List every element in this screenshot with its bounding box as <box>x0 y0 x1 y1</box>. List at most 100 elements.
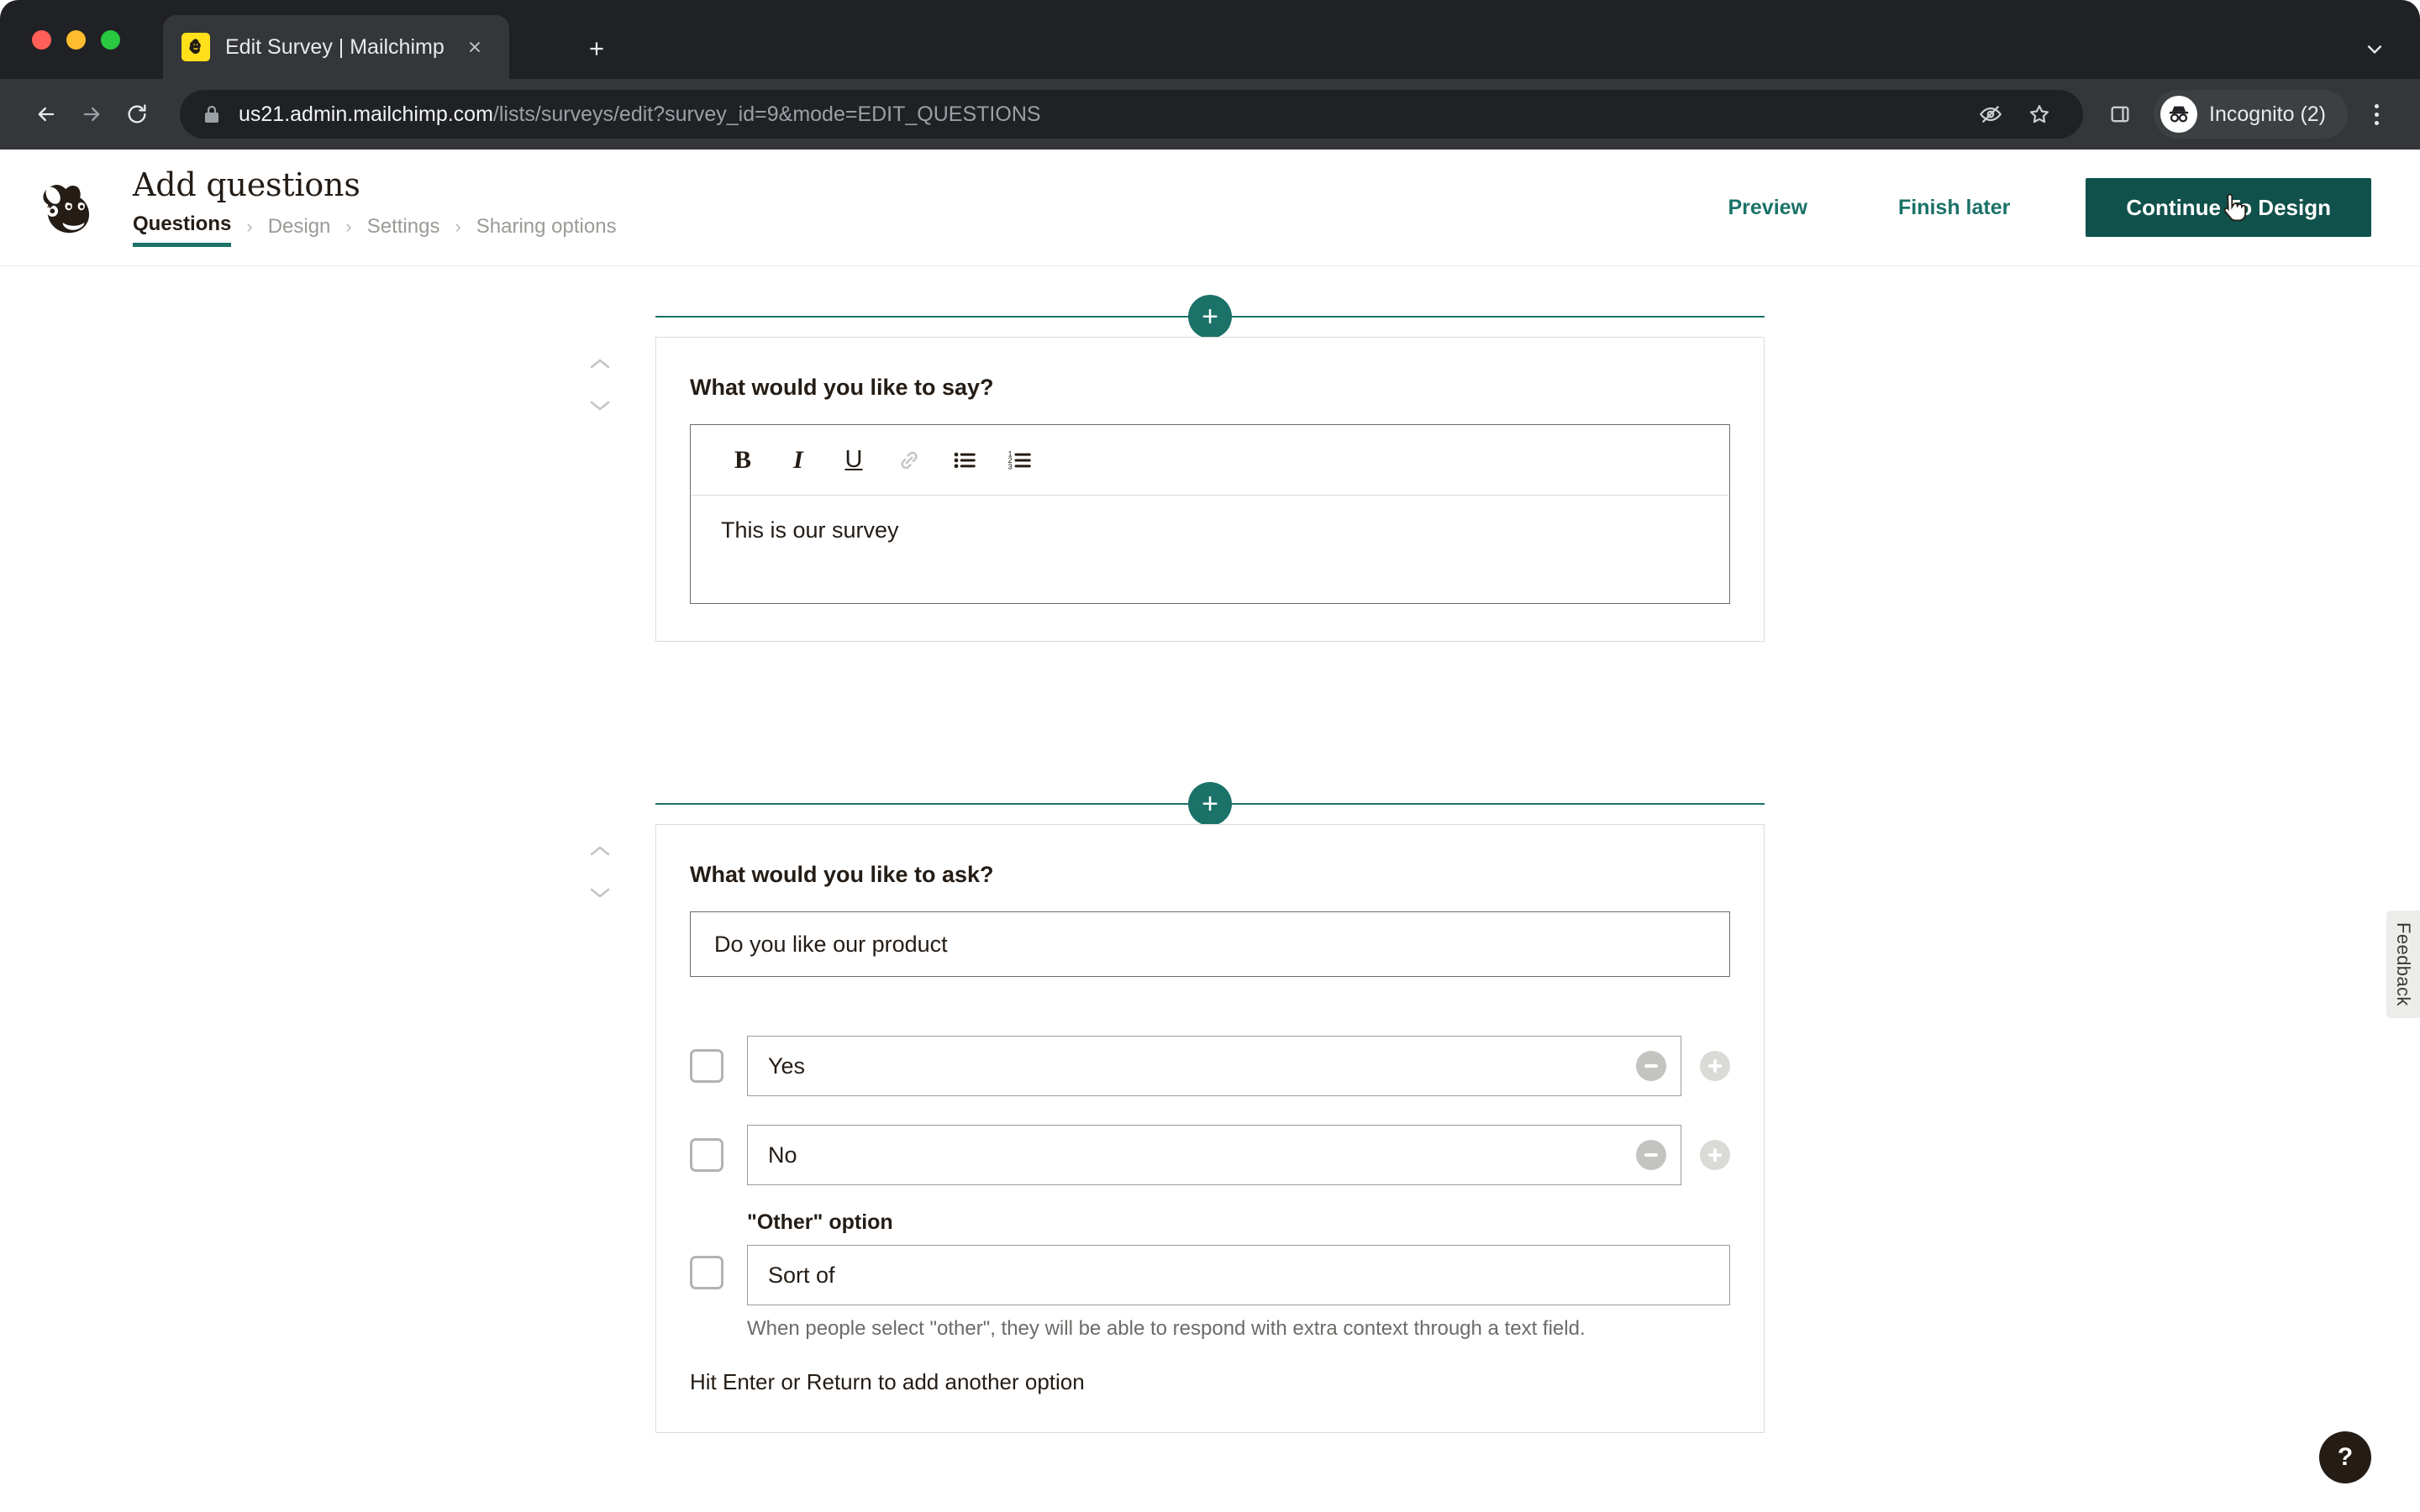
rich-text-toolbar: B I U 1 2 3 <box>691 425 1729 496</box>
profile-incognito-pill[interactable]: Incognito (2) <box>2154 90 2348 139</box>
window-traffic-lights <box>32 30 120 50</box>
side-panel-icon[interactable] <box>2098 92 2142 136</box>
answer-option-input-no[interactable]: No <box>747 1125 1681 1185</box>
move-block-down-button[interactable] <box>586 396 614 415</box>
address-bar[interactable]: us21.admin.mailchimp.com/lists/surveys/e… <box>180 90 2084 139</box>
survey-canvas: + What would you like to say? B I U 1 2 … <box>0 265 2420 1512</box>
other-option-checkbox[interactable] <box>690 1256 723 1289</box>
maximize-window-button[interactable] <box>101 30 120 50</box>
url-host: us21.admin.mailchimp.com <box>239 102 493 126</box>
eye-off-icon[interactable] <box>1969 92 2012 136</box>
block-move-controls-2 <box>586 842 614 902</box>
rich-text-content[interactable]: This is our survey <box>691 496 1729 603</box>
help-icon: ? <box>2337 1443 2354 1471</box>
other-option-fields: "Other" option Sort of When people selec… <box>747 1210 1730 1341</box>
add-block-button-2[interactable]: + <box>1188 782 1232 826</box>
question-block-card-wrap: What would you like to ask? Do you like … <box>0 824 2420 1433</box>
mailchimp-freddie-logo[interactable] <box>32 172 103 243</box>
profile-label: Incognito (2) <box>2209 102 2326 126</box>
bulleted-list-icon[interactable] <box>941 437 988 484</box>
other-option-input[interactable]: Sort of <box>747 1245 1730 1305</box>
chevron-down-icon[interactable] <box>2358 32 2391 66</box>
continue-to-design-button[interactable]: Continue To Design <box>2086 178 2371 237</box>
feedback-tab-button[interactable]: Feedback <box>2386 911 2420 1018</box>
page-content: Add questions Questions › Design › Setti… <box>0 150 2420 1512</box>
breadcrumb: Questions › Design › Settings › Sharing … <box>133 213 617 248</box>
breadcrumb-separator: › <box>246 215 253 237</box>
address-bar-url: us21.admin.mailchimp.com/lists/surveys/e… <box>239 102 1041 127</box>
underline-icon[interactable]: U <box>830 437 877 484</box>
move-block-down-button[interactable] <box>586 884 614 902</box>
back-arrow-icon[interactable] <box>24 92 69 137</box>
answer-option-input-yes[interactable]: Yes <box>747 1036 1681 1096</box>
answer-option-checkbox-no[interactable] <box>690 1138 723 1172</box>
italic-icon[interactable]: I <box>775 437 822 484</box>
insert-row: + <box>655 780 1765 827</box>
bold-label: B <box>734 445 751 474</box>
breadcrumb-item-questions[interactable]: Questions <box>133 213 232 248</box>
browser-window: Edit Survey | Mailchimp us21.admin.mailc… <box>0 0 2420 1512</box>
block-move-controls-1 <box>586 354 614 415</box>
underline-label: U <box>844 446 863 473</box>
help-button[interactable]: ? <box>2319 1431 2371 1483</box>
answer-option-checkbox-yes[interactable] <box>690 1049 723 1083</box>
numbered-list-icon[interactable]: 1 2 3 <box>997 437 1044 484</box>
close-window-button[interactable] <box>32 30 51 50</box>
other-option-help-text: When people select "other", they will be… <box>747 1317 1586 1340</box>
feedback-label: Feedback <box>2393 922 2414 1006</box>
question-text-input[interactable]: Do you like our product <box>690 911 1730 977</box>
breadcrumb-item-settings[interactable]: Settings <box>367 215 440 245</box>
breadcrumb-separator: › <box>455 215 461 237</box>
insert-block-divider-1: + <box>0 293 2420 340</box>
question-block-card: What would you like to ask? Do you like … <box>590 824 1765 1433</box>
bold-icon[interactable]: B <box>719 437 766 484</box>
browser-toolbar: us21.admin.mailchimp.com/lists/surveys/e… <box>0 79 2420 150</box>
answer-option-row: No <box>690 1125 1730 1185</box>
rich-text-editor: B I U 1 2 3 This is our survey <box>690 424 1730 604</box>
breadcrumb-separator: › <box>345 215 352 237</box>
mailchimp-favicon-icon <box>182 33 210 61</box>
new-tab-button[interactable] <box>580 32 613 66</box>
insert-row: + <box>655 293 1765 340</box>
incognito-avatar-icon <box>2160 96 2198 133</box>
text-block-card-wrap: What would you like to say? B I U 1 2 3 … <box>0 337 2420 642</box>
add-option-button-no[interactable] <box>1700 1140 1730 1170</box>
address-bar-actions <box>1969 92 2061 136</box>
minimize-window-button[interactable] <box>66 30 86 50</box>
move-block-up-button[interactable] <box>586 842 614 860</box>
browser-tab-title: Edit Survey | Mailchimp <box>225 34 445 59</box>
breadcrumb-item-sharing-options[interactable]: Sharing options <box>476 215 617 245</box>
url-path: /lists/surveys/edit?survey_id=9&mode=EDI… <box>492 102 1041 126</box>
insert-block-divider-2: + <box>0 780 2420 827</box>
answer-option-row: Yes <box>690 1036 1730 1096</box>
breadcrumb-item-design[interactable]: Design <box>268 215 331 245</box>
close-tab-button[interactable] <box>459 31 491 63</box>
svg-text:3: 3 <box>1008 462 1013 470</box>
text-block-label: What would you like to say? <box>690 375 994 400</box>
reload-icon[interactable] <box>114 92 160 137</box>
browser-tab[interactable]: Edit Survey | Mailchimp <box>163 15 509 79</box>
star-icon[interactable] <box>2018 92 2061 136</box>
answer-option-input-wrap: No <box>747 1125 1681 1185</box>
move-block-up-button[interactable] <box>586 354 614 373</box>
preview-button[interactable]: Preview <box>1682 196 1853 220</box>
header-titles: Add questions Questions › Design › Setti… <box>133 165 617 248</box>
kebab-menu-icon[interactable] <box>2356 92 2396 136</box>
finish-later-button[interactable]: Finish later <box>1853 196 2055 220</box>
italic-label: I <box>793 445 803 474</box>
forward-arrow-icon[interactable] <box>69 92 114 137</box>
link-icon[interactable] <box>886 437 933 484</box>
other-option-section: "Other" option Sort of When people selec… <box>690 1210 1730 1341</box>
continue-to-design-label: Continue To Design <box>2126 194 2331 220</box>
remove-option-button-yes[interactable] <box>1636 1051 1666 1081</box>
add-option-button-yes[interactable] <box>1700 1051 1730 1081</box>
app-header: Add questions Questions › Design › Setti… <box>0 150 2420 265</box>
page-title: Add questions <box>133 165 360 203</box>
remove-option-button-no[interactable] <box>1636 1140 1666 1170</box>
question-block-label: What would you like to ask? <box>690 862 994 887</box>
browser-tab-strip: Edit Survey | Mailchimp <box>0 0 2420 79</box>
other-option-label: "Other" option <box>747 1210 893 1234</box>
add-option-hint: Hit Enter or Return to add another optio… <box>690 1369 1085 1394</box>
add-block-button-1[interactable]: + <box>1188 295 1232 339</box>
text-block-card: What would you like to say? B I U 1 2 3 … <box>590 337 1765 642</box>
